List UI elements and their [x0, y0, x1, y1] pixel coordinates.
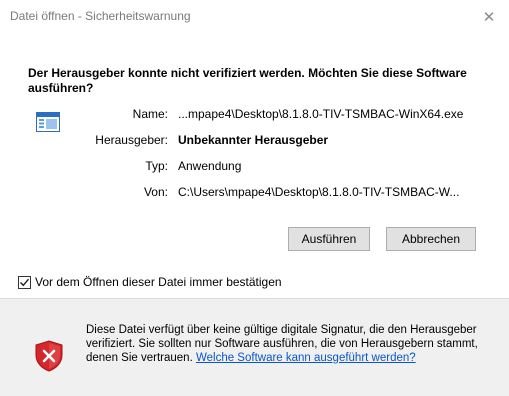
type-value: Anwendung [178, 159, 242, 173]
publisher-label: Herausgeber: [95, 133, 168, 147]
detail-row-type: Typ: Anwendung [60, 159, 500, 185]
detail-row-name: Name: ...mpape4\Desktop\8.1.8.0-TIV-TSMB… [60, 107, 500, 133]
from-value: C:\Users\mpape4\Desktop\8.1.8.0-TIV-TSMB… [178, 185, 460, 199]
security-shield-error-icon [35, 340, 63, 372]
detail-row-from: Von: C:\Users\mpape4\Desktop\8.1.8.0-TIV… [60, 185, 500, 211]
signature-warning: Diese Datei verfügt über keine gültige d… [86, 323, 488, 365]
detail-row-publisher: Herausgeber: Unbekannter Herausgeber [60, 133, 500, 159]
run-button[interactable]: Ausführen [288, 227, 370, 251]
always-confirm-option[interactable]: Vor dem Öffnen dieser Datei immer bestät… [18, 275, 282, 289]
title-bar: Datei öffnen - Sicherheitswarnung ✕ [0, 0, 509, 34]
security-warning-headline: Der Herausgeber konnte nicht verifiziert… [28, 66, 467, 95]
from-label: Von: [143, 185, 168, 199]
window-title: Datei öffnen - Sicherheitswarnung [10, 9, 191, 23]
name-value: ...mpape4\Desktop\8.1.8.0-TIV-TSMBAC-Win… [178, 107, 464, 121]
always-confirm-checkbox[interactable] [18, 275, 31, 289]
file-details: Name: ...mpape4\Desktop\8.1.8.0-TIV-TSMB… [60, 107, 500, 211]
publisher-value: Unbekannter Herausgeber [178, 133, 329, 147]
close-button[interactable]: ✕ [469, 0, 509, 34]
help-link[interactable]: Welche Software kann ausgeführt werden? [196, 352, 416, 364]
checkmark-icon [20, 278, 30, 286]
name-label: Name: [132, 107, 168, 121]
close-icon: ✕ [482, 9, 496, 26]
always-confirm-label: Vor dem Öffnen dieser Datei immer bestät… [35, 275, 282, 289]
type-label: Typ: [145, 159, 168, 173]
cancel-button[interactable]: Abbrechen [386, 227, 476, 251]
application-file-icon [36, 112, 60, 132]
